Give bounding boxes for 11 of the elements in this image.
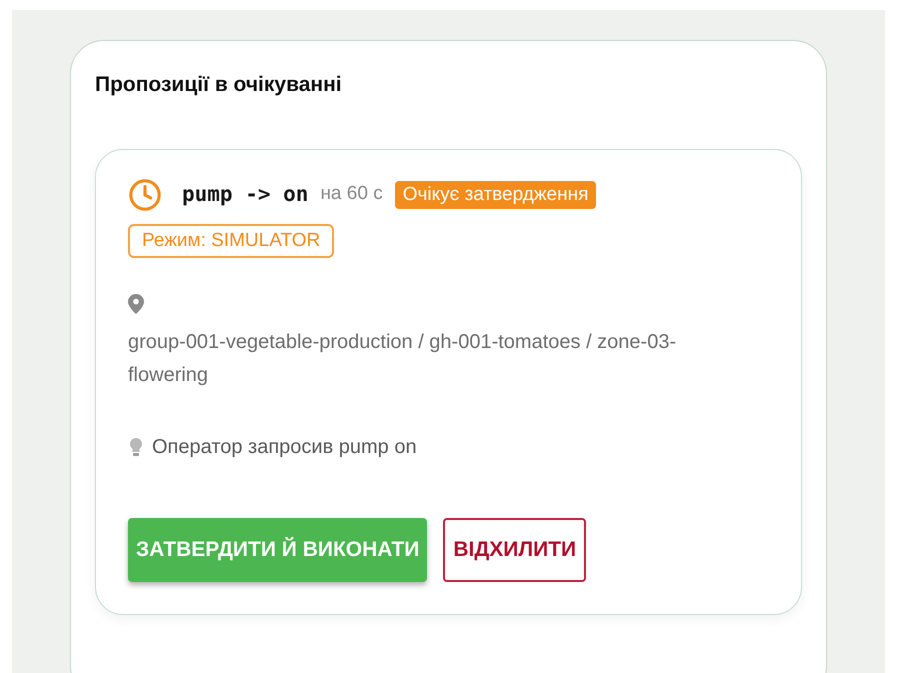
- lightbulb-icon: [128, 436, 144, 456]
- status-badge: Очікує затвердження: [394, 180, 596, 208]
- reason-text: Оператор запросив pump on: [152, 434, 417, 460]
- duration-text: на 60 с: [320, 182, 383, 206]
- reject-button[interactable]: ВІДХИЛИТИ: [443, 518, 586, 582]
- clock-icon: [128, 178, 162, 212]
- location-pin-icon: [128, 294, 144, 314]
- mode-tag: Режим: SIMULATOR: [128, 224, 334, 258]
- location-path: group-001-vegetable-production / gh-001-tomatoes / zone-03-flowering: [128, 330, 678, 388]
- command-text: pump -> on: [182, 180, 308, 208]
- panel-title: Пропозиції в очікуванні: [95, 72, 343, 98]
